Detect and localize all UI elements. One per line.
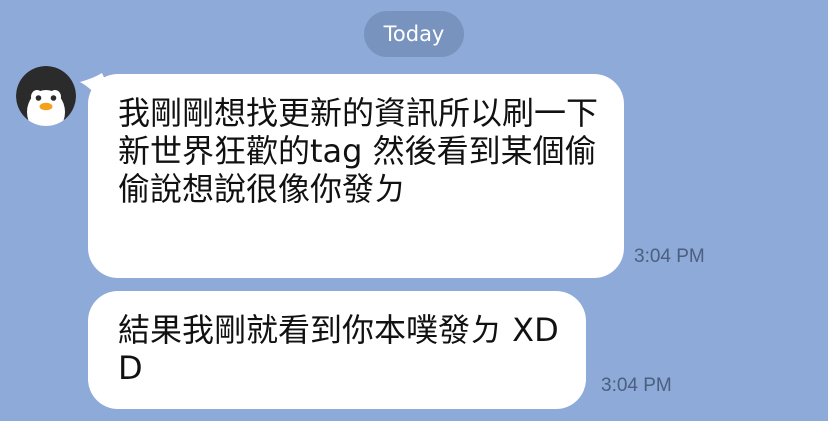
date-separator: Today [364, 11, 464, 57]
message-timestamp: 3:04 PM [634, 246, 705, 267]
message-bubble[interactable]: 結果我剛就看到你本噗發ㄉ XDD [88, 291, 586, 409]
message-timestamp: 3:04 PM [601, 375, 672, 396]
message-bubble[interactable]: 我剛剛想找更新的資訊所以刷一下新世界狂歡的tag 然後看到某個偷偷說想說很像你發… [88, 74, 624, 278]
penguin-icon [16, 66, 76, 126]
message-text: 我剛剛想找更新的資訊所以刷一下新世界狂歡的tag 然後看到某個偷偷說想說很像你發… [118, 94, 599, 208]
avatar[interactable] [16, 66, 76, 126]
message-text: 結果我剛就看到你本噗發ㄉ XDD [118, 311, 559, 387]
